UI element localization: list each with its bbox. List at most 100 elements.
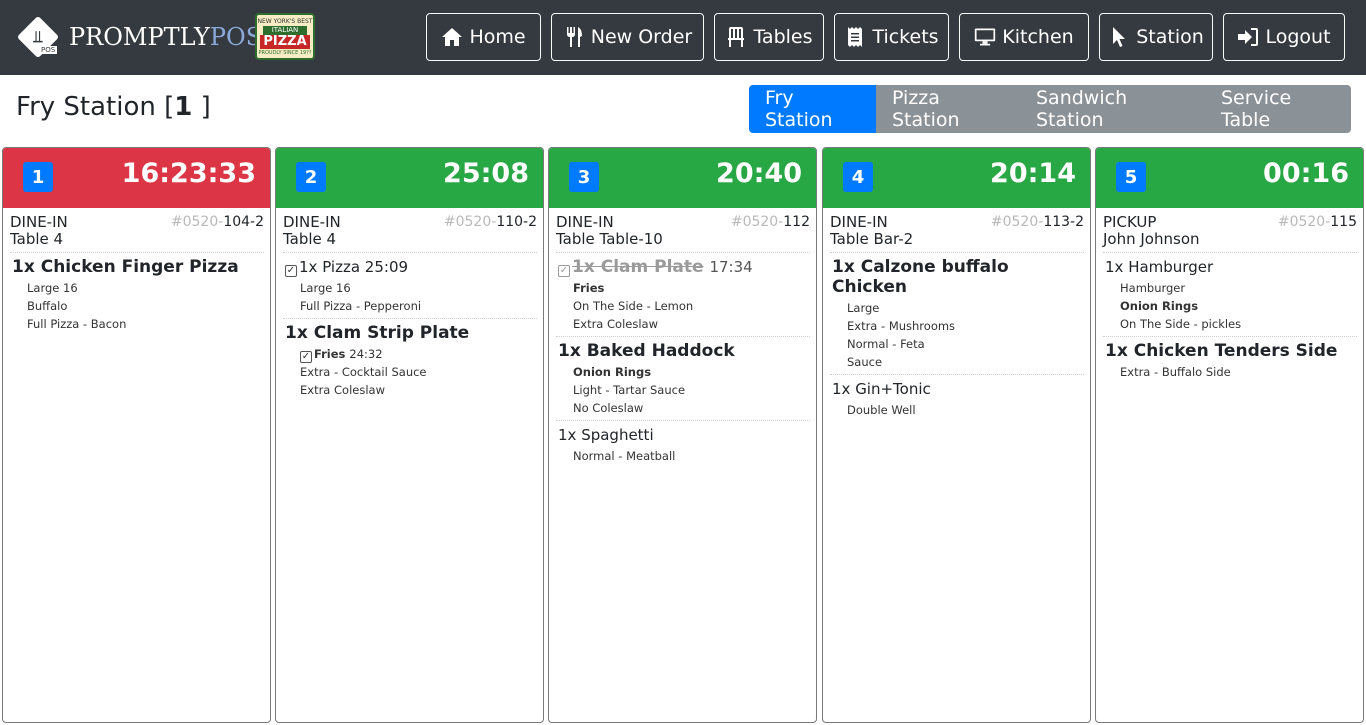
ticket-header: 2 25:08 — [276, 148, 543, 208]
ticket-card[interactable]: 2 25:08 DINE-IN #0520-110-2 Table 4 ✓ 1x … — [275, 147, 544, 723]
item-modifier: Double Well — [847, 403, 916, 417]
item-modifier: Full Pizza - Pepperoni — [300, 299, 422, 313]
ticket-item[interactable]: 1x Baked Haddock Onion Rings Light - Tar… — [556, 337, 810, 421]
item-modifier: Fries — [314, 347, 346, 361]
item-modifier: Hamburger — [1120, 281, 1186, 295]
item-modifier: Large — [847, 301, 880, 315]
item-name: 1x Baked Haddock — [558, 341, 735, 361]
nav-station-button[interactable]: Station — [1099, 13, 1213, 61]
ticket-number-badge: 1 — [23, 162, 53, 192]
ticket-item[interactable]: 1x Calzone buffalo Chicken Large Extra -… — [830, 253, 1084, 375]
ticket-item[interactable]: 1x Hamburger Hamburger Onion Rings On Th… — [1103, 253, 1357, 337]
brand-mark-icon: ⫫ POS — [15, 14, 61, 60]
ticket-card[interactable]: 1 16:23:33 DINE-IN #0520-104-2 Table 4 1… — [2, 147, 271, 723]
item-modifier: Large 16 — [27, 281, 78, 295]
brand-logo[interactable]: ⫫ POS PROMPTLYPOS — [15, 12, 262, 62]
ticket-number-badge: 3 — [569, 162, 599, 192]
item-modifier: On The Side - Lemon — [573, 299, 694, 313]
ticket-meta: DINE-IN #0520-113-2 Table Bar-2 — [830, 214, 1084, 253]
item-modifier: Normal - Meatball — [573, 449, 676, 463]
item-modifier: Onion Rings — [1120, 299, 1199, 313]
tab-fry-station[interactable]: Fry Station — [749, 85, 876, 133]
item-name: 1x Spaghetti — [558, 426, 654, 444]
item-name: 1x Chicken Tenders Side — [1105, 341, 1338, 361]
nav-tickets-button[interactable]: Tickets — [834, 13, 949, 61]
tab-service-table[interactable]: Service Table — [1205, 85, 1351, 133]
checked-box-icon[interactable]: ✓ — [300, 351, 312, 363]
ticket-item[interactable]: 1x Clam Strip Plate ✓ Fries 24:32 Extra -… — [283, 319, 537, 402]
ticket-item[interactable]: ✓ 1x Clam Plate 17:34 Fries On The Side -… — [556, 253, 810, 337]
nav-tables-button[interactable]: Tables — [714, 13, 824, 61]
logout-icon — [1237, 26, 1259, 48]
home-icon — [441, 26, 463, 48]
item-modifier: No Coleslaw — [573, 401, 644, 415]
ticket-item[interactable]: ✓ 1x Pizza 25:09 Large 16 Full Pizza - Pe… — [283, 253, 537, 319]
item-modifier: Light - Tartar Sauce — [573, 383, 686, 397]
item-name: 1x Clam Plate — [572, 257, 704, 277]
item-modifier: Normal - Feta — [847, 337, 925, 351]
checked-box-icon[interactable]: ✓ — [285, 265, 297, 277]
brand-name: PROMPTLYPOS — [69, 23, 263, 51]
order-number: #0520-113-2 — [990, 214, 1084, 230]
ticket-header: 4 20:14 — [823, 148, 1090, 208]
nav-logout-button[interactable]: Logout — [1223, 13, 1345, 61]
ticket-item[interactable]: 1x Chicken Finger Pizza Large 16 Buffalo… — [10, 253, 264, 336]
ticket-item[interactable]: 1x Gin+Tonic Double Well — [830, 375, 1084, 422]
item-name: 1x Hamburger — [1105, 258, 1214, 276]
page-title: Fry Station [1 ] — [16, 92, 211, 122]
ticket-meta: DINE-IN #0520-112 Table Table-10 — [556, 214, 810, 253]
ticket-item[interactable]: 1x Spaghetti Normal - Meatball — [556, 421, 810, 468]
item-name: 1x Chicken Finger Pizza — [12, 257, 239, 277]
modifier-time: 24:32 — [349, 347, 383, 361]
navbar: ⫫ POS PROMPTLYPOS NEW YORK'S BEST ITALIA… — [0, 0, 1366, 75]
order-location: Table Table-10 — [556, 230, 663, 248]
partner-logo: NEW YORK'S BEST ITALIAN PIZZA PROUDLY SI… — [255, 13, 315, 60]
ticket-card[interactable]: 3 20:40 DINE-IN #0520-112 Table Table-10… — [548, 147, 817, 723]
ticket-number-badge: 5 — [1116, 162, 1146, 192]
item-modifier: Large 16 — [300, 281, 351, 295]
item-modifier: Full Pizza - Bacon — [27, 317, 127, 331]
receipt-icon — [844, 26, 866, 48]
monitor-icon — [974, 26, 996, 48]
ticket-timer: 20:40 — [716, 158, 802, 189]
ticket-timer: 00:16 — [1263, 158, 1349, 189]
order-location: John Johnson — [1103, 230, 1200, 248]
order-number: #0520-115 — [1277, 214, 1357, 230]
item-modifier: Buffalo — [27, 299, 68, 313]
nav-home-button[interactable]: Home — [426, 13, 541, 61]
order-number: #0520-104-2 — [170, 214, 264, 230]
nav-kitchen-button[interactable]: Kitchen — [959, 13, 1089, 61]
item-name: 1x Clam Strip Plate — [285, 323, 470, 343]
ticket-number-badge: 2 — [296, 162, 326, 192]
ticket-item[interactable]: 1x Chicken Tenders Side Extra - Buffalo … — [1103, 337, 1357, 384]
item-modifier: Extra - Buffalo Side — [1120, 365, 1231, 379]
checked-box-icon[interactable]: ✓ — [558, 265, 570, 277]
nav-new-order-button[interactable]: New Order — [551, 13, 704, 61]
ticket-header: 3 20:40 — [549, 148, 816, 208]
ticket-meta: PICKUP #0520-115 John Johnson — [1103, 214, 1357, 253]
tab-pizza-station[interactable]: Pizza Station — [876, 85, 1020, 133]
ticket-meta: DINE-IN #0520-104-2 Table 4 — [10, 214, 264, 253]
ticket-header: 1 16:23:33 — [3, 148, 270, 208]
item-modifier: Onion Rings — [573, 365, 652, 379]
item-modifier: Extra - Mushrooms — [847, 319, 956, 333]
item-modifier: Fries — [573, 281, 605, 295]
item-modifier: Sauce — [847, 355, 883, 369]
order-location: Table Bar-2 — [830, 230, 914, 248]
order-number: #0520-112 — [730, 214, 810, 230]
item-time: 17:34 — [709, 258, 753, 276]
ticket-timer: 25:08 — [443, 158, 529, 189]
ticket-timer: 20:14 — [990, 158, 1076, 189]
item-name: 1x Calzone buffalo Chicken — [832, 257, 1009, 297]
ticket-header: 5 00:16 — [1096, 148, 1363, 208]
chair-icon — [725, 26, 747, 48]
ticket-timer: 16:23:33 — [121, 158, 256, 189]
item-modifier: On The Side - pickles — [1120, 317, 1242, 331]
ticket-number-badge: 4 — [843, 162, 873, 192]
pointer-icon — [1108, 26, 1130, 48]
ticket-card[interactable]: 4 20:14 DINE-IN #0520-113-2 Table Bar-2 … — [822, 147, 1091, 723]
utensils-icon — [563, 26, 585, 48]
ticket-card[interactable]: 5 00:16 PICKUP #0520-115 John Johnson 1x… — [1095, 147, 1364, 723]
tab-sandwich-station[interactable]: Sandwich Station — [1020, 85, 1205, 133]
item-name: 1x Pizza — [299, 258, 361, 276]
